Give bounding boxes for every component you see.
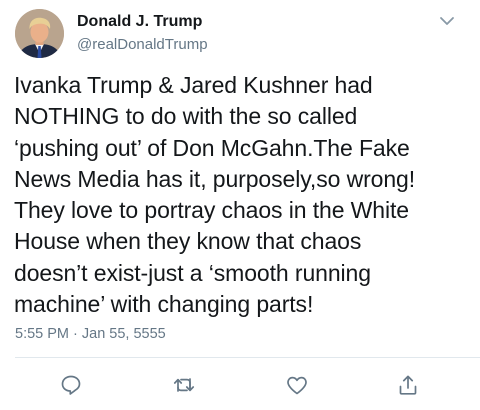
profile-photo-icon — [15, 9, 64, 58]
user-handle[interactable]: @realDonaldTrump — [77, 36, 208, 53]
divider — [15, 357, 480, 358]
retweet-icon — [173, 378, 195, 392]
tweet-timestamp[interactable]: 5:55 PM · Jan 55, 5555 — [15, 326, 166, 342]
tweet-card: Donald J. Trump @realDonaldTrump Ivanka … — [0, 0, 480, 410]
tweet-text: Ivanka Trump & Jared Kushner had NOTHING… — [14, 72, 416, 318]
avatar[interactable] — [15, 9, 64, 58]
share-icon — [399, 375, 417, 395]
reply-button[interactable] — [59, 373, 83, 397]
chevron-down-icon[interactable] — [438, 14, 456, 28]
share-button[interactable] — [396, 373, 420, 397]
retweet-button[interactable] — [172, 373, 196, 397]
display-name[interactable]: Donald J. Trump — [77, 13, 202, 31]
reply-icon — [61, 375, 81, 395]
like-button[interactable] — [285, 373, 309, 397]
heart-icon — [287, 376, 307, 395]
